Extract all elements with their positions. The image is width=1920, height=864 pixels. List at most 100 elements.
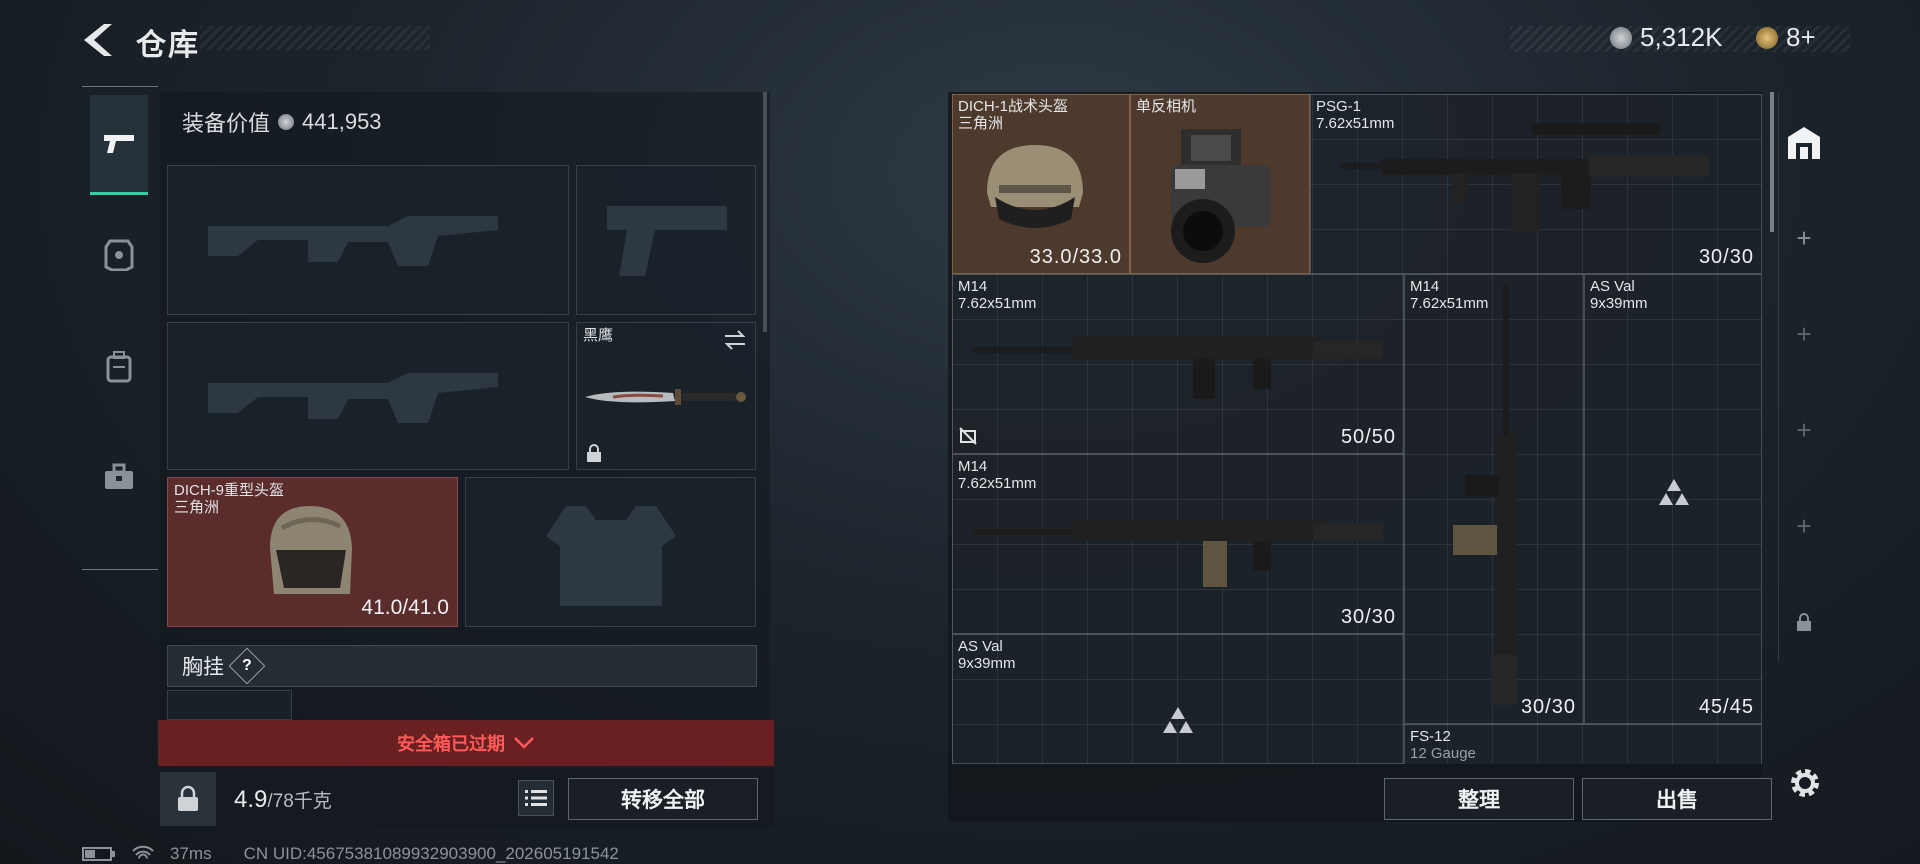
item-name-block: AS Val 9x39mm: [1590, 278, 1648, 312]
pistol-silhouette-icon: [607, 206, 727, 276]
plus-icon: +: [1796, 510, 1812, 541]
help-mark: ?: [242, 657, 252, 674]
item-sub: 12 Gauge: [1410, 745, 1476, 762]
ping-value: 37ms: [170, 844, 212, 863]
loadout-scrollbar[interactable]: [763, 92, 767, 332]
wifi-icon: [132, 845, 154, 859]
knife-name: 黑鹰: [583, 327, 614, 344]
swap-icon: [724, 330, 746, 350]
item-count: 30/30: [1520, 696, 1576, 718]
item-sub: 7.62x51mm: [958, 475, 1037, 492]
gold-coin-icon: [1756, 26, 1778, 49]
missing-model-icon: [1163, 707, 1193, 733]
pistol-icon: [104, 134, 134, 153]
item-name: 单反相机: [1136, 98, 1197, 115]
plus-icon: +: [1796, 318, 1812, 349]
item-name: M14: [958, 458, 988, 475]
slot-chest-rig[interactable]: [167, 690, 292, 720]
safe-box-status: 安全箱已过期: [397, 734, 505, 754]
tab-warehouse-add-1[interactable]: +: [1778, 218, 1830, 258]
tab-weapons[interactable]: [90, 95, 148, 195]
slot-body-armor[interactable]: [465, 477, 756, 627]
helmet-name: DICH-9重型头盔: [174, 482, 285, 499]
tab-armor[interactable]: [90, 205, 148, 305]
settings-button[interactable]: [1784, 762, 1826, 804]
rifle-silhouette-icon: [208, 373, 498, 423]
rifle-silhouette-icon: [208, 216, 498, 266]
list-icon: [525, 790, 547, 806]
safe-box-button[interactable]: [160, 772, 216, 826]
storage-item-helmet[interactable]: DICH-1战术头盔 三角洲 33.0/33.0: [952, 94, 1130, 274]
item-count: 30/30: [1698, 246, 1754, 268]
tab-case[interactable]: [90, 427, 148, 527]
item-name-block: AS Val 9x39mm: [958, 638, 1016, 672]
tactical-helmet-icon: [987, 145, 1083, 228]
storage-scrollbar[interactable]: [1770, 92, 1774, 232]
carry-weight: 4.9/78千克: [234, 786, 332, 814]
equip-value-label: 装备价值: [182, 111, 271, 136]
lock-icon: [1797, 613, 1811, 631]
currency-main-value: 5,312K: [1640, 22, 1723, 52]
storage-item-camera[interactable]: 单反相机: [1130, 94, 1310, 274]
item-name: AS Val: [958, 638, 1003, 655]
camera-icon: [1171, 129, 1271, 263]
storage-item-m14-b[interactable]: M14 7.62x51mm 30/30: [952, 454, 1404, 634]
sniper-rifle-icon: [1341, 123, 1709, 233]
padlock-icon: [178, 785, 198, 811]
item-name: DICH-1战术头盔: [958, 98, 1069, 115]
weight-current: 4.9: [234, 786, 268, 813]
coin-icon: [1610, 26, 1632, 49]
heavy-helmet-icon: [270, 506, 352, 594]
battle-rifle-vertical-icon: [1453, 285, 1517, 705]
item-name: M14: [958, 278, 988, 295]
slot-melee[interactable]: 黑鹰: [576, 322, 756, 470]
tab-warehouse-add-2[interactable]: +: [1778, 314, 1830, 354]
storage-grid: DICH-1战术头盔 三角洲 33.0/33.0 单反相机 PSG-1 7.62…: [952, 94, 1762, 764]
help-icon[interactable]: ?: [228, 647, 266, 685]
helmet-durability: 41.0/41.0: [361, 596, 449, 619]
safe-box-expired-banner[interactable]: 安全箱已过期: [158, 720, 774, 766]
item-sub: 9x39mm: [958, 655, 1016, 672]
armor-icon: [104, 239, 134, 271]
item-name: AS Val: [1590, 278, 1635, 295]
tab-warehouse-main[interactable]: [1778, 122, 1830, 162]
slot-secondary-weapon[interactable]: [167, 322, 569, 470]
item-count: 50/50: [1340, 426, 1396, 448]
back-button[interactable]: [80, 20, 118, 60]
sort-button[interactable]: 整理: [1384, 778, 1574, 820]
list-view-button[interactable]: [518, 780, 554, 816]
slot-helmet[interactable]: DICH-9重型头盔 三角洲 41.0/41.0: [167, 477, 458, 627]
item-count: 33.0/33.0: [1029, 246, 1122, 268]
warehouse-icon: [1788, 127, 1820, 159]
tab-warehouse-locked[interactable]: [1778, 602, 1830, 642]
backpack-icon: [106, 351, 132, 383]
storage-item-asval-a[interactable]: AS Val 9x39mm 45/45: [1584, 274, 1762, 724]
battery-icon: [82, 847, 115, 861]
item-name-block: M14 7.62x51mm: [958, 458, 1036, 492]
no-image-icon: [959, 427, 977, 445]
plus-icon: +: [1796, 222, 1812, 253]
item-name-block: DICH-1战术头盔 三角洲: [958, 98, 1068, 132]
weight-max: /78千克: [267, 791, 332, 812]
currency-second-value: 8+: [1786, 22, 1816, 52]
transfer-all-button[interactable]: 转移全部: [568, 778, 758, 820]
storage-item-psg1[interactable]: PSG-1 7.62x51mm 30/30: [1310, 94, 1762, 274]
storage-item-m14-a[interactable]: M14 7.62x51mm 50/50: [952, 274, 1404, 454]
tab-warehouse-add-4[interactable]: +: [1778, 506, 1830, 546]
slot-primary-weapon[interactable]: [167, 165, 569, 315]
storage-item-m14-vertical[interactable]: M14 7.62x51mm 30/30: [1404, 274, 1584, 724]
tab-warehouse-add-3[interactable]: +: [1778, 410, 1830, 450]
battle-rifle-icon: [973, 519, 1383, 587]
slot-sidearm[interactable]: [576, 165, 756, 315]
currency-second: 8+: [1756, 22, 1816, 53]
battle-rifle-icon: [973, 337, 1383, 399]
item-count: 30/30: [1340, 606, 1396, 628]
storage-item-asval-b[interactable]: AS Val 9x39mm: [952, 634, 1404, 764]
item-sub: 三角洲: [958, 115, 1004, 132]
sell-button[interactable]: 出售: [1582, 778, 1772, 820]
header-decoration: [200, 26, 430, 50]
storage-item-fs12[interactable]: FS-12 12 Gauge: [1404, 724, 1762, 764]
gear-icon: [1791, 769, 1819, 797]
chevron-down-icon: [514, 737, 534, 749]
tab-backpack[interactable]: [90, 317, 148, 417]
